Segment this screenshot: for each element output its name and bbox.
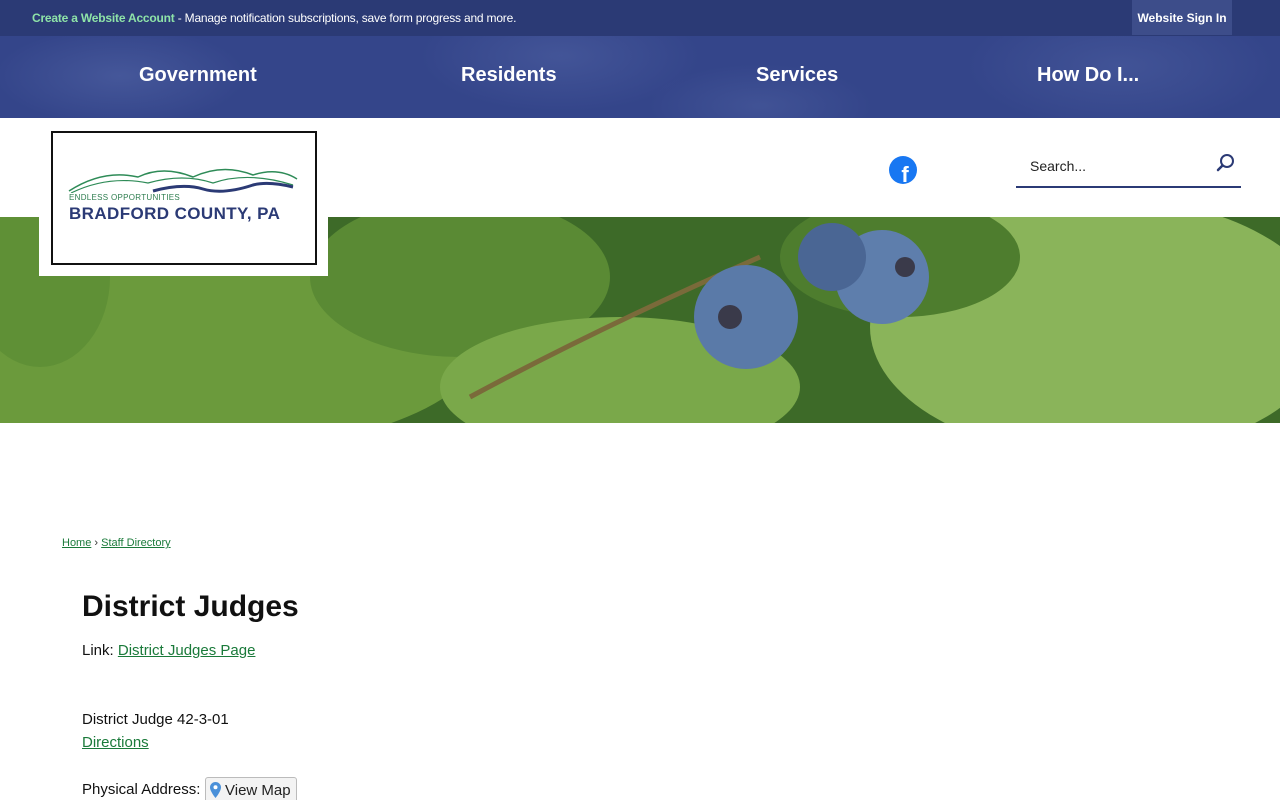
account-description: - Manage notification subscriptions, sav… — [174, 11, 517, 25]
view-map-label: View Map — [225, 781, 291, 799]
physical-address-label: Physical Address: — [82, 781, 201, 798]
nav-services[interactable]: Services — [756, 64, 838, 87]
judge-name: District Judge 42-3-01 — [82, 711, 229, 728]
nav-residents[interactable]: Residents — [461, 64, 557, 87]
directions-line: Directions — [82, 734, 149, 751]
account-message: Create a Website Account - Manage notifi… — [32, 11, 516, 25]
logo-hills-graphic — [68, 168, 298, 193]
search-box — [1016, 148, 1241, 188]
breadcrumb-separator: › — [94, 537, 99, 549]
view-map-button[interactable]: View Map — [205, 777, 297, 800]
main-nav: Government Residents Services How Do I..… — [0, 36, 1280, 118]
link-line: Link: District Judges Page — [82, 642, 255, 659]
create-account-link[interactable]: Create a Website Account — [32, 11, 175, 25]
search-icon[interactable] — [1215, 152, 1237, 174]
nav-how-do-i[interactable]: How Do I... — [1037, 64, 1139, 87]
top-bar: Create a Website Account - Manage notifi… — [0, 0, 1280, 36]
link-label: Link: — [82, 642, 118, 659]
nav-government[interactable]: Government — [139, 64, 257, 87]
facebook-icon[interactable]: f — [889, 156, 917, 184]
district-judges-page-link[interactable]: District Judges Page — [118, 642, 256, 659]
sign-in-button[interactable]: Website Sign In — [1132, 0, 1232, 35]
directions-link[interactable]: Directions — [82, 734, 149, 751]
breadcrumb: Home › Staff Directory — [62, 537, 171, 549]
page-title: District Judges — [82, 590, 299, 623]
logo-name: BRADFORD COUNTY, PA — [69, 204, 281, 223]
logo[interactable]: ENDLESS OPPORTUNITIES BRADFORD COUNTY, P… — [39, 118, 328, 276]
logo-tagline: ENDLESS OPPORTUNITIES — [69, 193, 181, 202]
search-input[interactable] — [1030, 158, 1210, 174]
breadcrumb-staff-directory[interactable]: Staff Directory — [101, 537, 171, 549]
logo-frame: ENDLESS OPPORTUNITIES BRADFORD COUNTY, P… — [51, 131, 317, 265]
map-pin-icon — [210, 782, 221, 798]
breadcrumb-home[interactable]: Home — [62, 537, 91, 549]
